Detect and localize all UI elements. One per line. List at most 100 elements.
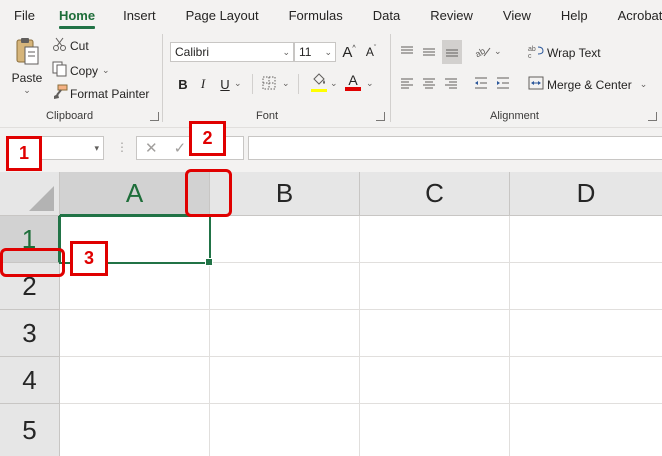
paste-label: Paste bbox=[11, 71, 43, 85]
caret-up-icon: ^ bbox=[352, 44, 356, 52]
cancel-icon[interactable]: ✕ bbox=[145, 139, 158, 157]
formula-input[interactable] bbox=[248, 136, 662, 160]
align-bottom-button[interactable] bbox=[442, 40, 462, 64]
cell-b1[interactable] bbox=[210, 216, 360, 263]
align-middle-button[interactable] bbox=[420, 42, 438, 62]
row-header-4[interactable]: 4 bbox=[0, 357, 60, 404]
fill-color-dropdown-icon[interactable]: ⌄ bbox=[330, 78, 338, 89]
shrink-font-button[interactable]: A ˇ bbox=[362, 42, 380, 62]
tab-data[interactable]: Data bbox=[373, 8, 400, 23]
cell-c1[interactable] bbox=[360, 216, 510, 263]
formula-bar: ▾ ⋮ ✕ ✓ bbox=[0, 128, 662, 172]
italic-button[interactable]: I bbox=[194, 74, 212, 94]
merge-center-dropdown-icon[interactable]: ⌄ bbox=[640, 79, 648, 90]
merge-center-label: Merge & Center bbox=[547, 77, 632, 92]
align-center-button[interactable] bbox=[420, 74, 438, 94]
cut-button[interactable]: Cut bbox=[52, 36, 89, 55]
align-right-button[interactable] bbox=[442, 74, 460, 94]
increase-indent-button[interactable] bbox=[494, 74, 512, 94]
cell-d1[interactable] bbox=[510, 216, 662, 263]
borders-button[interactable] bbox=[260, 74, 278, 94]
svg-text:ab: ab bbox=[475, 45, 487, 57]
align-left-button[interactable] bbox=[398, 74, 416, 94]
tab-help[interactable]: Help bbox=[561, 8, 588, 23]
underline-button[interactable]: U bbox=[216, 74, 234, 94]
column-header-b[interactable]: B bbox=[210, 172, 360, 216]
fill-color-swatch bbox=[311, 89, 327, 92]
cell-b3[interactable] bbox=[210, 310, 360, 357]
font-launcher-icon[interactable] bbox=[376, 112, 385, 121]
cell-a5[interactable] bbox=[60, 404, 210, 456]
font-color-dropdown-icon[interactable]: ⌄ bbox=[366, 78, 374, 89]
underline-dropdown-icon[interactable]: ⌄ bbox=[234, 78, 242, 89]
chevron-down-icon[interactable]: ▾ bbox=[94, 143, 99, 154]
font-name-value: Calibri bbox=[175, 45, 210, 59]
cell-c3[interactable] bbox=[360, 310, 510, 357]
align-bottom-icon bbox=[445, 45, 459, 60]
wrap-text-button[interactable]: ab c Wrap Text bbox=[528, 44, 601, 61]
cell-d3[interactable] bbox=[510, 310, 662, 357]
fill-color-button[interactable] bbox=[310, 72, 328, 92]
merge-center-icon bbox=[528, 76, 544, 93]
align-top-button[interactable] bbox=[398, 42, 416, 62]
row-header-3[interactable]: 3 bbox=[0, 310, 60, 357]
borders-dropdown-icon[interactable]: ⌄ bbox=[282, 78, 290, 89]
cell-d4[interactable] bbox=[510, 357, 662, 404]
tab-insert[interactable]: Insert bbox=[123, 8, 156, 23]
font-group-label: Font bbox=[256, 110, 279, 122]
tab-page-layout[interactable]: Page Layout bbox=[186, 8, 259, 23]
orientation-icon: ab bbox=[473, 44, 491, 61]
bold-button[interactable]: B bbox=[174, 74, 192, 94]
cell-a3[interactable] bbox=[60, 310, 210, 357]
orientation-button[interactable]: ab bbox=[473, 42, 492, 62]
copy-button[interactable]: Copy ⌄ bbox=[52, 61, 110, 80]
column-header-c[interactable]: C bbox=[360, 172, 510, 216]
tab-file[interactable]: File bbox=[14, 8, 35, 23]
separator bbox=[298, 74, 299, 94]
menu-bar: File Home Insert Page Layout Formulas Da… bbox=[0, 0, 662, 30]
select-all-button[interactable] bbox=[0, 172, 60, 216]
merge-center-button[interactable]: Merge & Center ⌄ bbox=[528, 76, 647, 93]
tab-home[interactable]: Home bbox=[58, 8, 96, 29]
font-color-button[interactable]: A bbox=[344, 72, 362, 92]
orientation-dropdown-icon[interactable]: ⌄ bbox=[494, 46, 502, 57]
cell-c4[interactable] bbox=[360, 357, 510, 404]
column-header-d[interactable]: D bbox=[510, 172, 662, 216]
cell-d2[interactable] bbox=[510, 263, 662, 310]
tab-acrobat[interactable]: Acrobat bbox=[618, 8, 662, 23]
clipboard-launcher-icon[interactable] bbox=[150, 112, 159, 121]
row-header-5[interactable]: 5 bbox=[0, 404, 60, 456]
cut-label: Cut bbox=[70, 38, 89, 53]
cell-b5[interactable] bbox=[210, 404, 360, 456]
svg-text:c: c bbox=[528, 53, 532, 58]
cell-c5[interactable] bbox=[360, 404, 510, 456]
enter-icon[interactable]: ✓ bbox=[174, 139, 187, 157]
wrap-text-icon: ab c bbox=[528, 44, 544, 61]
separator bbox=[252, 74, 253, 94]
cell-c2[interactable] bbox=[360, 263, 510, 310]
clipboard-group-label: Clipboard bbox=[46, 110, 94, 122]
font-name-select[interactable]: Calibri ⌄ bbox=[170, 42, 294, 62]
cell-b2[interactable] bbox=[210, 263, 360, 310]
alignment-launcher-icon[interactable] bbox=[648, 112, 657, 121]
format-painter-label: Format Painter bbox=[70, 86, 150, 101]
scissors-icon bbox=[52, 36, 68, 55]
grow-font-icon: A bbox=[342, 43, 353, 61]
tab-view[interactable]: View bbox=[503, 8, 531, 23]
copy-dropdown-icon[interactable]: ⌄ bbox=[102, 65, 110, 76]
underline-icon: U bbox=[220, 76, 230, 92]
format-painter-button[interactable]: Format Painter bbox=[52, 84, 149, 103]
cell-d5[interactable] bbox=[510, 404, 662, 456]
cell-a4[interactable] bbox=[60, 357, 210, 404]
font-size-select[interactable]: 11 ⌄ bbox=[294, 42, 336, 62]
tab-review[interactable]: Review bbox=[430, 8, 473, 23]
separator bbox=[162, 34, 163, 122]
grow-font-button[interactable]: A ^ bbox=[340, 42, 358, 62]
borders-icon bbox=[262, 76, 276, 93]
cell-b4[interactable] bbox=[210, 357, 360, 404]
paste-button[interactable]: Paste ⌄ bbox=[10, 36, 44, 96]
paste-dropdown-icon[interactable]: ⌄ bbox=[23, 85, 31, 96]
tab-formulas[interactable]: Formulas bbox=[289, 8, 343, 23]
more-options-icon[interactable]: ⋮ bbox=[116, 140, 128, 154]
decrease-indent-button[interactable] bbox=[472, 74, 490, 94]
